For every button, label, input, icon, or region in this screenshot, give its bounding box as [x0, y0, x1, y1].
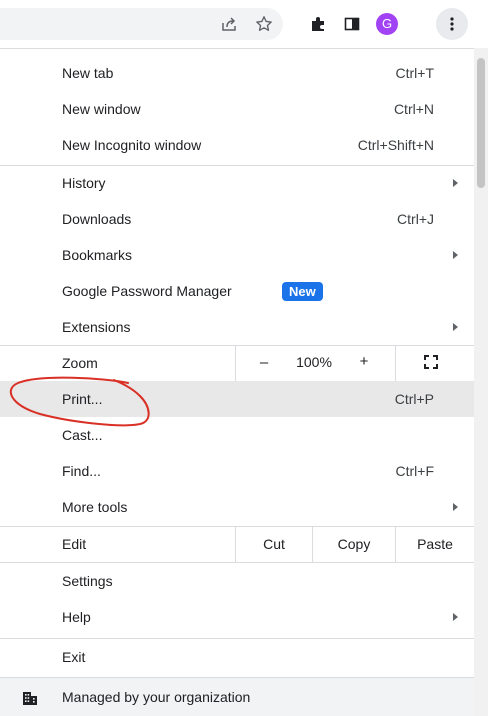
managed-label: Managed by your organization — [62, 689, 251, 705]
menu-item-label: Zoom — [62, 355, 98, 371]
submenu-arrow-icon — [453, 251, 458, 259]
menu-item-label: New tab — [62, 65, 114, 81]
fullscreen-corner — [424, 364, 429, 369]
profile-avatar[interactable]: G — [371, 8, 403, 40]
menu-item-exit[interactable]: Exit — [0, 639, 474, 675]
menu-item-edit: Edit Cut Copy Paste — [0, 526, 474, 562]
menu-item-settings[interactable]: Settings — [0, 563, 474, 599]
menu-item-zoom: Zoom – 100% + — [0, 345, 474, 381]
new-badge: New — [282, 281, 323, 301]
extensions-puzzle-icon[interactable] — [302, 8, 334, 40]
scrollbar-thumb[interactable] — [477, 58, 485, 188]
submenu-arrow-icon — [453, 613, 458, 621]
chrome-main-menu: New tab Ctrl+T New window Ctrl+N New Inc… — [0, 48, 474, 716]
menu-item-print[interactable]: Print... Ctrl+P — [0, 381, 474, 417]
menu-item-label: Cast... — [62, 427, 103, 443]
menu-item-shortcut: Ctrl+F — [395, 463, 435, 479]
menu-item-new-incognito-window[interactable]: New Incognito window Ctrl+Shift+N — [0, 127, 474, 163]
submenu-arrow-icon — [453, 503, 458, 511]
fullscreen-corner — [433, 364, 438, 369]
menu-item-more-tools[interactable]: More tools — [0, 489, 474, 525]
menu-item-extensions[interactable]: Extensions — [0, 309, 474, 345]
menu-item-label: More tools — [62, 499, 128, 515]
menu-item-label: Google Password Manager — [62, 283, 232, 299]
submenu-arrow-icon — [453, 179, 458, 187]
menu-item-shortcut: Ctrl+N — [393, 101, 434, 117]
menu-item-label: Bookmarks — [62, 247, 133, 263]
menu-item-label: Edit — [62, 536, 87, 552]
menu-item-history[interactable]: History — [0, 165, 474, 201]
menu-item-shortcut: Ctrl+P — [394, 391, 434, 407]
menu-item-new-tab[interactable]: New tab Ctrl+T — [0, 55, 474, 91]
side-panel-icon[interactable] — [336, 8, 368, 40]
menu-item-new-window[interactable]: New window Ctrl+N — [0, 91, 474, 127]
zoom-in-button[interactable]: + — [346, 353, 382, 370]
menu-item-label: Exit — [62, 649, 86, 665]
menu-item-shortcut: Ctrl+T — [395, 65, 435, 81]
zoom-level: 100% — [296, 354, 332, 370]
menu-item-downloads[interactable]: Downloads Ctrl+J — [0, 201, 474, 237]
cut-button[interactable]: Cut — [236, 536, 312, 552]
avatar-letter: G — [376, 13, 398, 35]
menu-item-help[interactable]: Help — [0, 599, 474, 635]
menu-kebab-icon[interactable] — [436, 8, 468, 40]
menu-item-label: History — [62, 175, 106, 191]
menu-item-label: New Incognito window — [62, 137, 202, 153]
menu-item-label: Settings — [62, 573, 113, 589]
building-icon — [22, 690, 38, 709]
share-icon[interactable] — [213, 8, 245, 40]
menu-item-label: Extensions — [62, 319, 131, 335]
zoom-out-button[interactable]: – — [246, 354, 282, 371]
menu-item-password-manager[interactable]: Google Password Manager New — [0, 273, 474, 309]
fullscreen-corner — [424, 355, 429, 360]
menu-item-label: Downloads — [62, 211, 132, 227]
menu-item-label: Print... — [62, 391, 103, 407]
managed-by-organization-bar[interactable]: Managed by your organization — [0, 677, 474, 716]
menu-item-find[interactable]: Find... Ctrl+F — [0, 453, 474, 489]
menu-item-bookmarks[interactable]: Bookmarks — [0, 237, 474, 273]
menu-item-shortcut: Ctrl+J — [397, 211, 434, 227]
menu-item-cast[interactable]: Cast... — [0, 417, 474, 453]
fullscreen-corner — [433, 355, 438, 360]
page-scrollbar[interactable] — [474, 48, 488, 716]
zoom-divider — [395, 345, 396, 381]
submenu-arrow-icon — [453, 323, 458, 331]
zoom-divider — [235, 345, 236, 381]
paste-button[interactable]: Paste — [396, 536, 474, 552]
menu-item-label: Find... — [62, 463, 101, 479]
menu-item-label: New window — [62, 101, 141, 117]
fullscreen-icon[interactable] — [424, 355, 438, 369]
menu-item-label: Help — [62, 609, 91, 625]
copy-button[interactable]: Copy — [313, 536, 395, 552]
bookmark-star-icon[interactable] — [248, 8, 280, 40]
menu-item-shortcut: Ctrl+Shift+N — [357, 137, 434, 153]
browser-toolbar: G — [0, 0, 488, 48]
